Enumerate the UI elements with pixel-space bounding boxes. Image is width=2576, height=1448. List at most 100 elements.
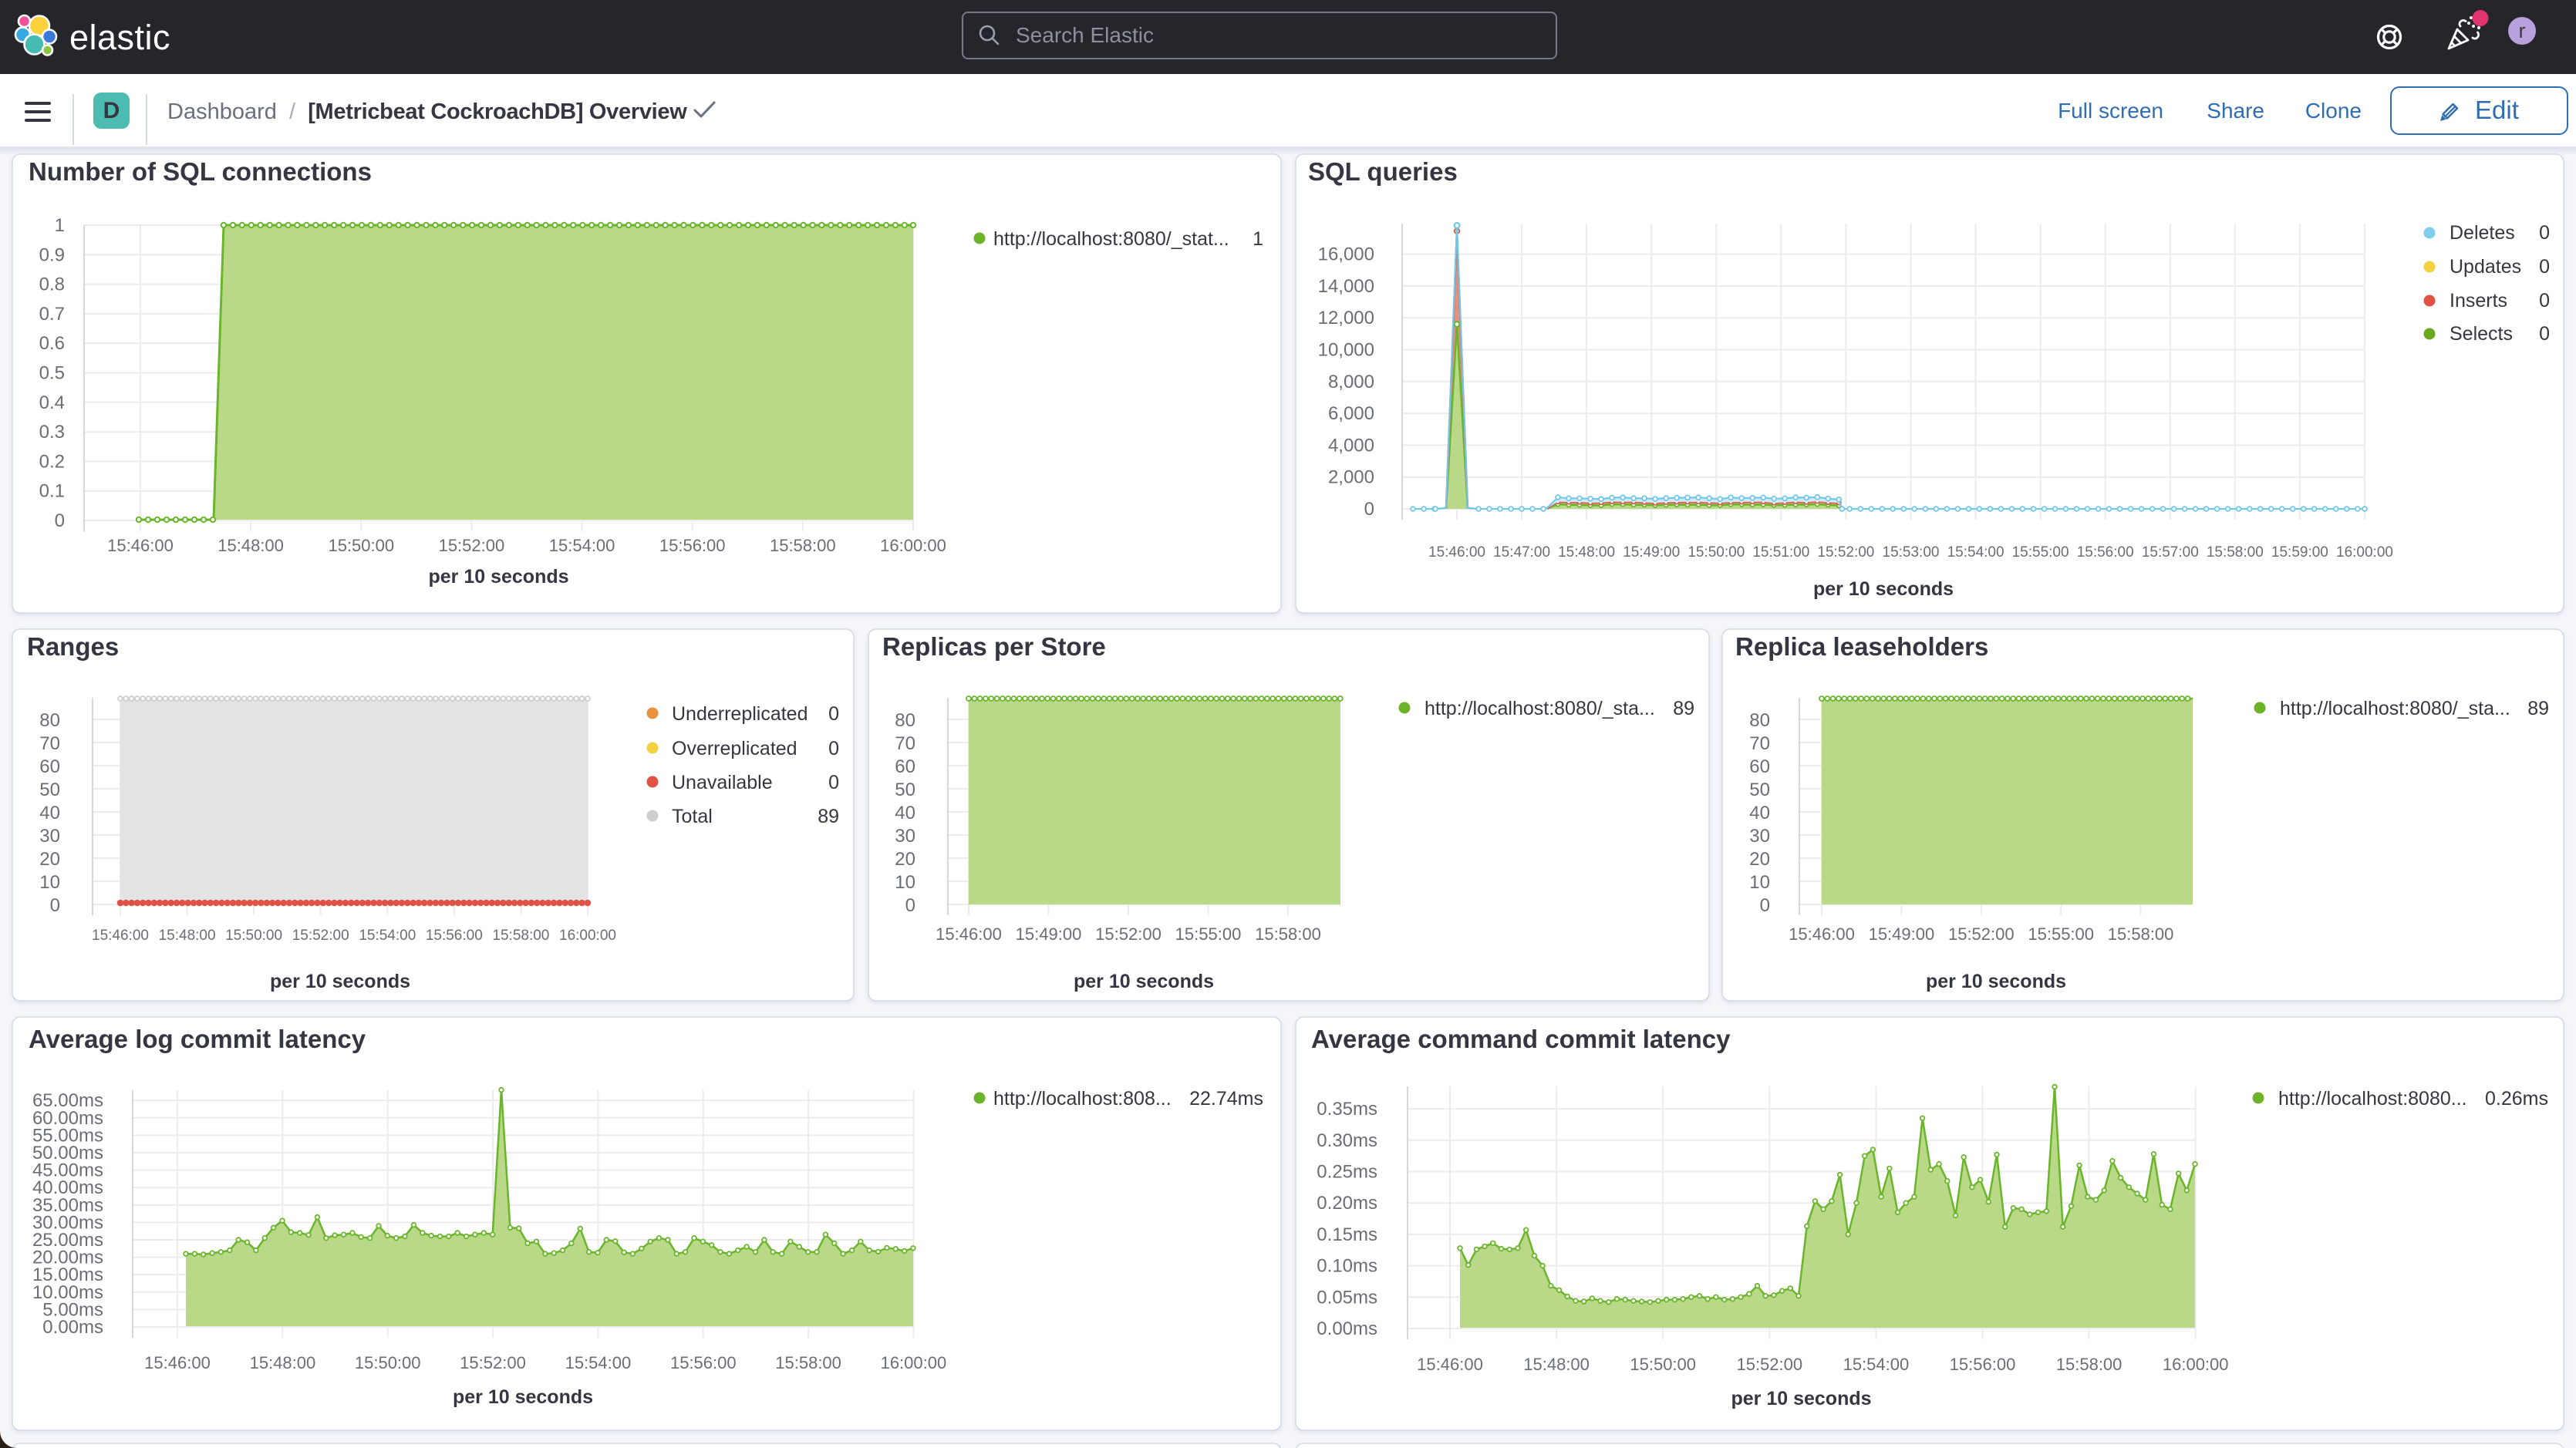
svg-text:15:46:00: 15:46:00 xyxy=(1428,544,1485,561)
svg-text:0.5: 0.5 xyxy=(39,363,65,384)
svg-text:22.74ms: 22.74ms xyxy=(1189,1088,1263,1110)
svg-text:15:54:00: 15:54:00 xyxy=(359,928,416,944)
svg-text:60: 60 xyxy=(39,756,60,777)
svg-text:40: 40 xyxy=(39,803,60,823)
svg-text:Updates: Updates xyxy=(2450,256,2521,278)
svg-text:Selects: Selects xyxy=(2450,323,2513,345)
svg-text:0: 0 xyxy=(828,738,839,759)
svg-text:80: 80 xyxy=(39,710,60,731)
svg-text:15:56:00: 15:56:00 xyxy=(659,536,726,555)
svg-text:http://localhost:8080/_sta...: http://localhost:8080/_sta... xyxy=(1425,698,1655,719)
svg-text:http://localhost:8080/_stat...: http://localhost:8080/_stat... xyxy=(993,228,1229,250)
svg-text:0.00ms: 0.00ms xyxy=(1317,1318,1377,1339)
svg-text:15:58:00: 15:58:00 xyxy=(770,536,836,555)
svg-text:0.30ms: 0.30ms xyxy=(1317,1130,1377,1151)
svg-text:15:54:00: 15:54:00 xyxy=(1947,544,2004,561)
svg-text:16:00:00: 16:00:00 xyxy=(2336,544,2393,561)
svg-text:70: 70 xyxy=(1749,733,1770,754)
svg-text:15:49:00: 15:49:00 xyxy=(1623,544,1680,561)
svg-text:0: 0 xyxy=(1364,499,1374,520)
svg-text:14,000: 14,000 xyxy=(1318,276,1374,297)
svg-text:15:48:00: 15:48:00 xyxy=(250,1353,316,1372)
svg-text:8,000: 8,000 xyxy=(1328,372,1374,392)
svg-text:15:48:00: 15:48:00 xyxy=(159,928,216,944)
svg-text:40: 40 xyxy=(1749,803,1770,823)
svg-text:16:00:00: 16:00:00 xyxy=(559,928,616,944)
svg-text:0: 0 xyxy=(2539,256,2550,278)
svg-text:60: 60 xyxy=(1749,756,1770,777)
svg-text:http://localhost:808...: http://localhost:808... xyxy=(993,1088,1172,1110)
svg-text:0: 0 xyxy=(828,772,839,793)
svg-text:15:56:00: 15:56:00 xyxy=(426,928,483,944)
svg-text:Average log commit latency: Average log commit latency xyxy=(29,1025,366,1053)
svg-text:Deletes: Deletes xyxy=(2450,222,2515,244)
svg-text:per 10 seconds: per 10 seconds xyxy=(453,1386,593,1408)
svg-text:2,000: 2,000 xyxy=(1328,467,1374,488)
svg-text:65.00ms: 65.00ms xyxy=(32,1090,103,1111)
svg-text:16:00:00: 16:00:00 xyxy=(881,1353,947,1372)
svg-text:16:00:00: 16:00:00 xyxy=(2163,1355,2229,1374)
svg-text:15:58:00: 15:58:00 xyxy=(775,1353,841,1372)
svg-text:15:58:00: 15:58:00 xyxy=(1255,924,1321,944)
svg-text:15:55:00: 15:55:00 xyxy=(2012,544,2069,561)
svg-text:SQL queries: SQL queries xyxy=(1308,157,1458,186)
svg-text:per 10 seconds: per 10 seconds xyxy=(428,566,568,588)
svg-text:Replicas per Store: Replicas per Store xyxy=(882,632,1106,661)
svg-text:16:00:00: 16:00:00 xyxy=(880,536,946,555)
svg-text:15:55:00: 15:55:00 xyxy=(1175,924,1242,944)
svg-text:4,000: 4,000 xyxy=(1328,435,1374,456)
svg-text:0.26ms: 0.26ms xyxy=(2485,1088,2548,1110)
svg-text:15:49:00: 15:49:00 xyxy=(1869,924,1935,944)
svg-text:15:52:00: 15:52:00 xyxy=(1095,924,1162,944)
svg-text:15:52:00: 15:52:00 xyxy=(460,1353,526,1372)
svg-text:0: 0 xyxy=(2539,290,2550,311)
svg-text:15:58:00: 15:58:00 xyxy=(2056,1355,2123,1374)
svg-text:40: 40 xyxy=(895,803,915,823)
svg-text:20: 20 xyxy=(1749,849,1770,870)
svg-text:15:46:00: 15:46:00 xyxy=(144,1353,211,1372)
svg-text:0.8: 0.8 xyxy=(39,274,65,295)
svg-text:15:57:00: 15:57:00 xyxy=(2142,544,2199,561)
svg-text:15:51:00: 15:51:00 xyxy=(1752,544,1809,561)
svg-text:50: 50 xyxy=(895,780,915,800)
svg-text:1: 1 xyxy=(55,215,65,236)
svg-text:15:59:00: 15:59:00 xyxy=(2271,544,2328,561)
svg-text:0.1: 0.1 xyxy=(39,481,65,502)
svg-text:12,000: 12,000 xyxy=(1318,308,1374,328)
svg-text:70: 70 xyxy=(39,733,60,754)
svg-text:0.6: 0.6 xyxy=(39,333,65,354)
svg-text:15:56:00: 15:56:00 xyxy=(1950,1355,2016,1374)
svg-text:15:54:00: 15:54:00 xyxy=(549,536,615,555)
svg-text:0.05ms: 0.05ms xyxy=(1317,1287,1377,1308)
svg-text:per 10 seconds: per 10 seconds xyxy=(1813,578,1954,600)
svg-text:10: 10 xyxy=(39,872,60,893)
svg-text:0: 0 xyxy=(50,895,60,916)
svg-text:15:56:00: 15:56:00 xyxy=(670,1353,737,1372)
svg-text:15:56:00: 15:56:00 xyxy=(2077,544,2134,561)
svg-text:0.20ms: 0.20ms xyxy=(1317,1193,1377,1214)
svg-text:15:48:00: 15:48:00 xyxy=(1523,1355,1590,1374)
svg-text:1: 1 xyxy=(1253,228,1263,250)
svg-text:Unavailable: Unavailable xyxy=(672,772,773,793)
svg-text:0.2: 0.2 xyxy=(39,451,65,472)
svg-text:Replica leaseholders: Replica leaseholders xyxy=(1735,632,1988,661)
svg-text:15:52:00: 15:52:00 xyxy=(1736,1355,1802,1374)
svg-text:30: 30 xyxy=(895,826,915,847)
svg-text:Underreplicated: Underreplicated xyxy=(672,703,808,725)
svg-text:50: 50 xyxy=(1749,780,1770,800)
svg-text:Ranges: Ranges xyxy=(27,632,119,661)
svg-text:15:50:00: 15:50:00 xyxy=(225,928,282,944)
svg-text:15:46:00: 15:46:00 xyxy=(1417,1355,1483,1374)
svg-text:15:48:00: 15:48:00 xyxy=(217,536,284,555)
svg-text:per 10 seconds: per 10 seconds xyxy=(1731,1388,1871,1409)
svg-text:15:49:00: 15:49:00 xyxy=(1016,924,1082,944)
svg-text:15:46:00: 15:46:00 xyxy=(92,928,149,944)
svg-text:0.10ms: 0.10ms xyxy=(1317,1256,1377,1277)
svg-text:89: 89 xyxy=(2527,698,2549,719)
svg-text:10: 10 xyxy=(895,872,915,893)
svg-text:0.4: 0.4 xyxy=(39,392,65,413)
svg-text:70: 70 xyxy=(895,733,915,754)
svg-text:0: 0 xyxy=(828,703,839,725)
svg-text:0: 0 xyxy=(55,510,65,531)
svg-text:30: 30 xyxy=(39,826,60,847)
